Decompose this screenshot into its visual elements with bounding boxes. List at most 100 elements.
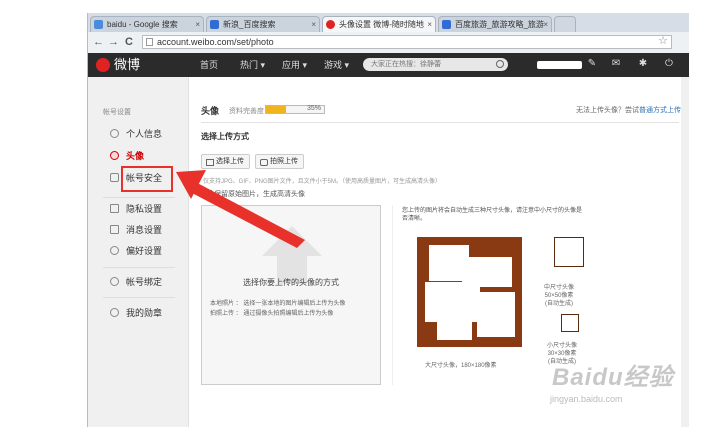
help-prefix: 无法上传头像？尝试 (576, 107, 639, 114)
forward-icon[interactable]: → (108, 35, 119, 49)
tab-baidu-travel[interactable]: 百度旅游_旅游攻略_旅游 × (438, 16, 552, 32)
search-input[interactable]: 大家正在热搜：徐静蕾 (363, 58, 508, 71)
sidebar-item-label: 个人信息 (126, 129, 163, 139)
caption-line: 50×50像素 (544, 293, 574, 299)
baidu-jingyan-watermark: Baidu经验 jingyan.baidu.com (542, 355, 710, 425)
sidebar-item-medals[interactable]: 我的勋章 (110, 306, 162, 320)
message-icon[interactable]: ✉ (610, 58, 622, 70)
search-icon[interactable] (496, 60, 504, 68)
divider (103, 267, 175, 268)
tab-label: 新浪_百度搜索 (223, 20, 276, 29)
nav-games[interactable]: 游戏 ▾ (324, 58, 349, 71)
url-input[interactable]: account.weibo.com/set/photo ☆ (142, 35, 672, 49)
sidebar-item-privacy[interactable]: 隐私设置 (110, 202, 162, 216)
sidebar-item-profile[interactable]: 个人信息 (110, 127, 162, 141)
sidebar-item-label: 头像 (126, 151, 145, 161)
upload-drop-area[interactable]: 选择你要上传的头像的方式 本地照片 ： 选择一张本地的图片编辑后上传为头像 拍照… (201, 205, 381, 385)
search-placeholder: 大家正在热搜：徐静蕾 (371, 61, 441, 68)
new-tab-button[interactable] (554, 16, 576, 32)
upload-area-title: 选择你要上传的头像的方式 (243, 278, 339, 287)
preview-hint: 您上传的图片将会自动生成三种尺寸头像，请注意中小尺寸的头像是否清晰。 (402, 208, 583, 222)
medium-avatar-caption: 中尺寸头像 50×50像素 (自动生成) (544, 284, 574, 308)
tab-label: baidu - Google 搜索 (107, 20, 178, 29)
caption-line: 小尺寸头像 (547, 343, 578, 349)
sidebar-item-label: 消息设置 (126, 225, 163, 235)
completeness-fill (266, 106, 287, 113)
page-icon (146, 38, 153, 46)
tab-weibo-avatar[interactable]: 头像设置 微博-随时随地 × (322, 16, 436, 32)
weibo-logo[interactable]: 微博 (96, 56, 140, 74)
close-icon[interactable]: × (543, 17, 548, 32)
gear-icon[interactable]: ✱ (637, 58, 649, 70)
camera-icon (260, 159, 268, 166)
close-icon[interactable]: × (427, 17, 432, 32)
reload-icon[interactable]: C (125, 35, 133, 49)
select-upload-button[interactable]: 选择上传 (201, 154, 250, 169)
medal-icon (110, 308, 119, 317)
avatar-icon (110, 151, 119, 160)
upload-local-desc: 本地照片 ： 选择一张本地的图片编辑后上传为头像 (210, 301, 346, 307)
medium-avatar-preview (554, 237, 584, 267)
divider (392, 205, 393, 385)
large-avatar-preview (417, 237, 522, 347)
bookmark-star-icon[interactable]: ☆ (658, 35, 668, 47)
highlight-box (121, 166, 173, 192)
logo-text: 微博 (114, 57, 141, 72)
sidebar-item-avatar[interactable]: 头像 (110, 149, 144, 163)
baidu-icon (210, 20, 219, 29)
watermark-brand: Baidu经验 (552, 364, 674, 391)
back-icon[interactable]: ← (93, 35, 104, 49)
tab-baidu-search[interactable]: 新浪_百度搜索 × (206, 16, 320, 32)
large-avatar-caption: 大尺寸头像，180×180像素 (425, 363, 497, 369)
small-avatar-preview (561, 314, 579, 332)
tab-label: 百度旅游_旅游攻略_旅游 (455, 20, 544, 29)
nav-apps[interactable]: 应用 ▾ (282, 58, 307, 71)
divider (201, 122, 679, 123)
sidebar-item-label: 偏好设置 (126, 246, 163, 256)
watermark-url: jingyan.baidu.com (550, 394, 623, 404)
classic-upload-link[interactable]: 普通方式上传 (639, 107, 681, 114)
button-label: 选择上传 (216, 158, 244, 165)
sidebar-item-messages[interactable]: 消息设置 (110, 223, 162, 237)
upload-arrow-graphic (262, 226, 322, 256)
address-bar-row: ← → C account.weibo.com/set/photo ☆ (88, 32, 689, 54)
caption-line: 中尺寸头像 (544, 285, 575, 291)
tab-bar: baidu - Google 搜索 × 新浪_百度搜索 × 头像设置 微博-随时… (88, 13, 689, 32)
caption-line: (自动生成) (545, 301, 573, 307)
nav-apps-label: 应用 (282, 60, 301, 70)
upload-camera-desc: 拍照上传 ： 通过摄像头拍照编辑后上传为头像 (210, 311, 334, 317)
nav-hot[interactable]: 热门 ▾ (240, 58, 265, 71)
sidebar-item-label: 帐号绑定 (126, 277, 163, 287)
weibo-logo-icon (96, 58, 110, 72)
sidebar-item-binding[interactable]: 帐号绑定 (110, 275, 162, 289)
page-title: 头像 (201, 106, 220, 116)
tab-label: 头像设置 微博-随时随地 (339, 20, 424, 29)
chevron-down-icon: ▾ (302, 60, 308, 70)
completeness-bar: 35% (265, 105, 325, 114)
power-icon[interactable]: ⏻ (663, 58, 675, 70)
edit-icon[interactable]: ✎ (586, 58, 598, 70)
sidebar-heading: 帐号设置 (103, 109, 131, 116)
checkbox-label: 保留原始图片，生成高清头像 (214, 191, 305, 198)
completeness-label: 资料完善度 (229, 108, 264, 115)
upload-icon (206, 159, 214, 166)
nav-games-label: 游戏 (324, 60, 343, 70)
shield-icon (110, 173, 119, 182)
close-icon[interactable]: × (195, 17, 200, 32)
settings-sidebar: 帐号设置 个人信息 头像 帐号安全 隐私设置 消息设置 偏好设置 帐号绑定 我的… (88, 77, 189, 427)
tab-google[interactable]: baidu - Google 搜索 × (90, 16, 204, 32)
weibo-top-nav: 微博 首页 热门 ▾ 应用 ▾ 游戏 ▾ 大家正在热搜：徐静蕾 ✎ ✉ ✱ ⏻ (88, 53, 689, 77)
nav-home[interactable]: 首页 (200, 58, 218, 71)
camera-upload-button[interactable]: 拍照上传 (255, 154, 304, 169)
baidu-icon (442, 20, 451, 29)
username-redacted[interactable] (537, 61, 582, 69)
close-icon[interactable]: × (311, 17, 316, 32)
chevron-down-icon: ▾ (344, 60, 350, 70)
nav-hot-label: 热门 (240, 60, 259, 70)
completeness-percent: 35% (306, 105, 321, 112)
sidebar-item-preferences[interactable]: 偏好设置 (110, 244, 162, 258)
help-text: 无法上传头像？尝试普通方式上传 (576, 105, 681, 115)
person-icon (110, 129, 119, 138)
chevron-down-icon: ▾ (260, 60, 266, 70)
keep-original-checkbox[interactable]: 保留原始图片，生成高清头像 (203, 189, 305, 199)
